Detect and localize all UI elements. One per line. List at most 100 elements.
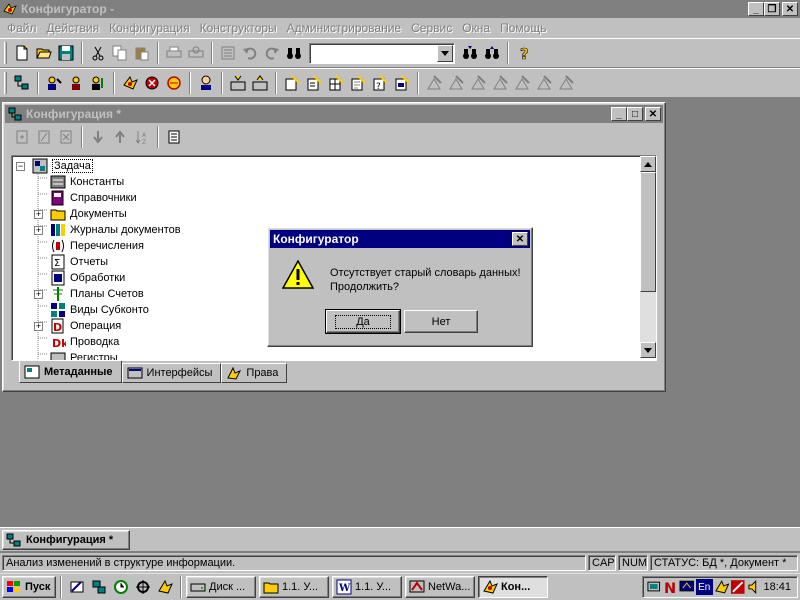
find-binoculars-icon[interactable] [283,42,305,64]
tray-antivirus-icon[interactable] [730,579,746,595]
toolbar-grip[interactable] [4,72,7,94]
start-button[interactable]: Пуск [2,576,56,598]
undo-icon[interactable] [239,42,261,64]
tree-delete-icon[interactable] [55,126,77,148]
restore-button[interactable]: ❐ [764,2,780,16]
tray-network-icon[interactable] [646,579,662,595]
no-button[interactable]: Нет [404,310,478,333]
scroll-down-button[interactable] [640,342,656,358]
wizard-icon[interactable] [119,72,141,94]
quicklaunch-network-icon[interactable] [88,576,110,598]
menu-windows[interactable]: Окна [457,21,495,35]
tray-1c-icon[interactable] [714,579,730,595]
config-maximize-button[interactable]: □ [627,107,643,121]
quicklaunch-tool-icon[interactable] [132,576,154,598]
new-document-icon[interactable] [11,42,33,64]
menu-constructors[interactable]: Конструкторы [195,21,282,35]
quicklaunch-1c-icon[interactable] [154,576,176,598]
collapse-toggle[interactable]: − [16,158,25,174]
tab-rights[interactable]: Права [221,363,288,383]
expand-toggle[interactable]: + [34,222,43,238]
window-bar-item-configuration[interactable]: Конфигурация * [2,530,130,550]
print-preview-icon[interactable] [185,42,207,64]
edit-dialog-icon[interactable] [391,72,413,94]
cut-icon[interactable] [87,42,109,64]
tray-volume-icon[interactable] [747,579,763,595]
print-icon[interactable] [163,42,185,64]
tab-interfaces[interactable]: Интерфейсы [121,363,222,383]
import-icon[interactable] [249,72,271,94]
move-up-icon[interactable] [109,126,131,148]
rights-icon[interactable] [87,72,109,94]
search-combo[interactable] [309,42,455,64]
export-icon[interactable] [227,72,249,94]
tree-item[interactable]: Обработки [50,270,125,286]
task-item-disk[interactable]: Диск ... [186,576,256,598]
menu-actions[interactable]: Действия [42,21,105,35]
tray-language-indicator[interactable]: En [695,579,713,595]
tree-edit-icon[interactable] [33,126,55,148]
minimize-button[interactable]: _ [748,2,764,16]
tree-item[interactable]: Регистры [50,350,118,360]
tree-item[interactable]: Документы [50,206,127,222]
tree-vertical-scrollbar[interactable] [640,156,656,358]
combo-arrow-icon[interactable] [437,44,453,62]
menu-help[interactable]: Помощь [495,21,551,35]
quicklaunch-explorer-icon[interactable] [66,576,88,598]
config-minimize-button[interactable]: _ [611,107,627,121]
menu-service[interactable]: Сервис [406,21,457,35]
tree-item[interactable]: Задача [32,158,93,174]
open-folder-icon[interactable] [33,42,55,64]
tray-netware-n-icon[interactable]: N [663,579,679,595]
edit-description-icon[interactable] [347,72,369,94]
tree-new-icon[interactable] [11,126,33,148]
tree-item[interactable]: Σ Отчеты [50,254,108,270]
save-icon[interactable] [55,42,77,64]
user-info-icon[interactable] [195,72,217,94]
properties-icon[interactable] [217,42,239,64]
dialog-close-button[interactable]: ✕ [512,232,528,246]
tree-item[interactable]: Перечисления [50,238,144,254]
task-item-netware[interactable]: NetWa... [405,576,475,598]
admin-icon[interactable] [65,72,87,94]
tray-monitor-icon[interactable] [679,579,695,595]
tree-item[interactable]: Планы Счетов [50,286,144,302]
debug-icon[interactable] [163,72,185,94]
users-icon[interactable] [43,72,65,94]
tree-properties-icon[interactable] [163,126,185,148]
task-item-word[interactable]: W 1.1. У... [332,576,402,598]
find-next-icon[interactable] [459,42,481,64]
tree-item[interactable]: Справочники [50,190,137,206]
tree-item[interactable]: Журналы документов [50,222,181,238]
edit-help-icon[interactable]: ? [369,72,391,94]
task-item-configurator[interactable]: Кон... [478,576,548,598]
tree-item[interactable]: D Операция [50,318,121,334]
metadata-tree-icon[interactable] [11,72,33,94]
edit-table-icon[interactable] [325,72,347,94]
tree-item[interactable]: Константы [50,174,124,190]
tab-metadata[interactable]: Метаданные [19,361,122,383]
menu-file[interactable]: Файл [2,21,42,35]
redo-icon[interactable] [261,42,283,64]
task-item-folder[interactable]: 1.1. У... [259,576,329,598]
stop-icon[interactable] [141,72,163,94]
help-icon[interactable]: ? [513,42,535,64]
scroll-thumb[interactable] [640,172,656,292]
tree-item[interactable]: Dk Проводка [50,334,119,350]
edit-form-icon[interactable] [281,72,303,94]
sort-icon[interactable]: AZ [131,126,153,148]
close-button[interactable]: ✕ [782,2,798,16]
menu-administration[interactable]: Администрирование [282,21,406,35]
quicklaunch-clock-icon[interactable] [110,576,132,598]
copy-icon[interactable] [109,42,131,64]
expand-toggle[interactable]: + [34,286,43,302]
scroll-up-button[interactable] [640,156,656,172]
yes-button[interactable]: Да [325,309,401,334]
paste-icon[interactable] [131,42,153,64]
expand-toggle[interactable]: + [34,318,43,334]
expand-toggle[interactable]: + [34,206,43,222]
tree-item[interactable]: Виды Субконто [50,302,149,318]
find-prev-icon[interactable] [481,42,503,64]
move-down-icon[interactable] [87,126,109,148]
toolbar-grip[interactable] [4,42,7,64]
